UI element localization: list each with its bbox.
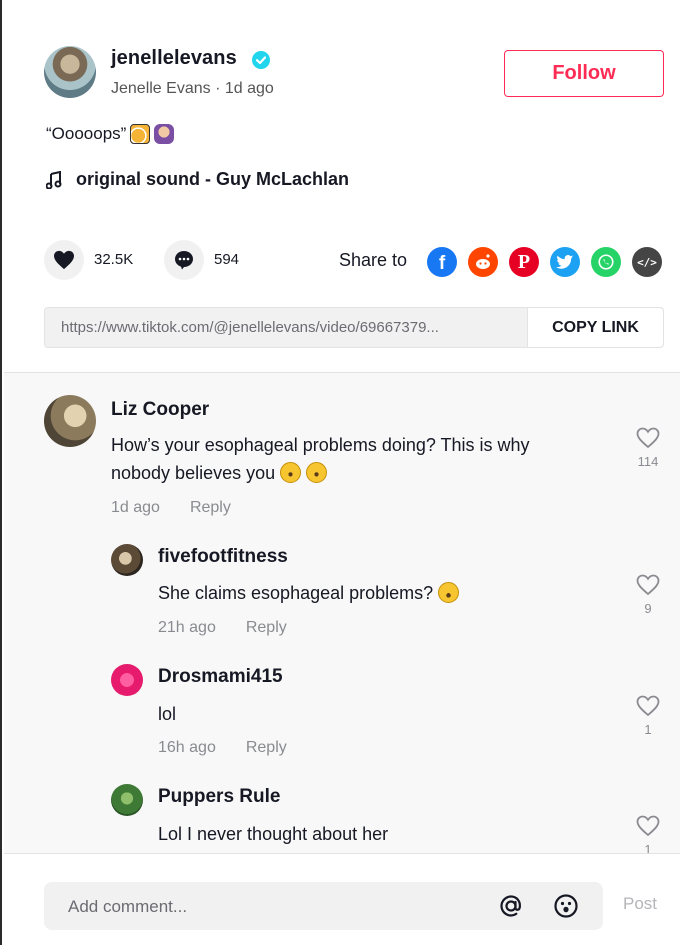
woman-shrugging-emoji-icon	[154, 124, 175, 144]
heart-outline-icon	[636, 695, 660, 717]
comment-text-line: Lol I never thought about her	[158, 824, 389, 844]
pinterest-glyph: P	[517, 250, 531, 273]
facebook-glyph: f	[438, 252, 446, 274]
comment-text: How’s your esophageal problems doing? Th…	[111, 431, 530, 487]
comment-text-line: She claims esophageal problems?	[158, 583, 434, 603]
share-link-box: https://www.tiktok.com/@jenellelevans/vi…	[44, 307, 664, 348]
comment-author[interactable]: Liz Cooper	[111, 399, 209, 421]
heart-icon	[54, 250, 74, 270]
comment-avatar[interactable]	[111, 544, 143, 576]
like-button[interactable]	[44, 240, 84, 280]
comment-time: 1d ago	[111, 499, 160, 516]
whatsapp-share-icon[interactable]	[591, 247, 621, 277]
share-label: Share to	[339, 250, 408, 270]
comment-text: lol	[158, 700, 176, 728]
laughing-tears-emoji-icon	[280, 462, 302, 483]
pinterest-share-icon[interactable]: P	[509, 247, 539, 277]
heart-outline-icon	[636, 427, 660, 449]
comment-text-line: lol	[158, 704, 177, 724]
reddit-alien-icon	[476, 254, 490, 269]
like-count: 32.5K	[94, 251, 134, 268]
comment-author[interactable]: fivefootfitness	[158, 546, 288, 568]
twitter-share-icon[interactable]	[550, 247, 580, 277]
comment-like-count: 9	[644, 601, 652, 616]
comment-text-line: How’s your esophageal problems doing? Th…	[111, 435, 530, 455]
twitter-bird-icon	[556, 254, 574, 269]
subline-separator: ·	[210, 80, 225, 97]
laughing-tears-emoji-icon	[306, 462, 328, 483]
reply-button[interactable]: Reply	[246, 619, 287, 637]
post-caption: “Ooooops”	[46, 124, 175, 144]
comment-like-button[interactable]: 9	[633, 574, 663, 616]
comment-meta: 1d ago Reply	[111, 499, 231, 517]
comment-avatar[interactable]	[44, 395, 96, 447]
reddit-share-icon[interactable]	[468, 247, 498, 277]
comment-text-line: nobody believes you	[111, 463, 276, 483]
beer-emoji-icon	[130, 124, 151, 144]
comment-button[interactable]	[164, 240, 204, 280]
author-username[interactable]: jenellelevans	[111, 47, 237, 70]
comment-like-count: 114	[637, 454, 659, 469]
reply-button[interactable]: Reply	[246, 739, 287, 757]
comment-like-button[interactable]: 1	[633, 815, 663, 854]
tiktok-comment-panel: jenellelevans Jenelle Evans · 1d ago Fol…	[0, 0, 680, 945]
embed-code-icon[interactable]: </>	[632, 247, 662, 277]
reply-button[interactable]: Reply	[190, 499, 231, 517]
comment-meta: 16h ago Reply	[158, 739, 287, 757]
comment-like-count: 1	[644, 722, 652, 737]
embed-glyph: </>	[637, 255, 657, 269]
comment-author[interactable]: Drosmami415	[158, 666, 283, 688]
comment-time: 16h ago	[158, 739, 216, 756]
follow-button[interactable]: Follow	[504, 50, 664, 97]
author-subline: Jenelle Evans · 1d ago	[111, 80, 274, 98]
grinning-sweat-emoji-icon	[438, 582, 460, 603]
verified-badge-icon	[252, 51, 270, 69]
comments-list[interactable]: Liz Cooper How’s your esophageal problem…	[4, 372, 680, 854]
emoji-smiley-icon[interactable]	[552, 892, 580, 920]
comment-avatar[interactable]	[111, 784, 143, 816]
comment-time: 21h ago	[158, 619, 216, 636]
comment-placeholder: Add comment...	[68, 897, 188, 916]
caption-text: “Ooooops”	[46, 124, 127, 143]
comment-like-button[interactable]: 114	[633, 427, 663, 469]
comment-text: Lol I never thought about her	[158, 820, 388, 848]
comment-input[interactable]: Add comment...	[44, 882, 603, 930]
whatsapp-phone-icon	[598, 254, 614, 270]
comment-bubble-icon	[175, 251, 193, 270]
comment-count: 594	[214, 251, 240, 268]
heart-outline-icon	[636, 574, 660, 596]
author-display-name: Jenelle Evans	[111, 80, 211, 97]
comment-like-button[interactable]: 1	[633, 695, 663, 737]
sound-label: original sound - Guy McLachlan	[76, 169, 350, 189]
comment-author[interactable]: Puppers Rule	[158, 786, 280, 808]
comment-text: She claims esophageal problems?	[158, 579, 460, 607]
comment-avatar[interactable]	[111, 664, 143, 696]
music-note-icon	[46, 170, 62, 189]
post-time: 1d ago	[224, 80, 274, 97]
post-button[interactable]: Post	[623, 894, 657, 914]
comment-meta: 21h ago Reply	[158, 619, 287, 637]
facebook-share-icon[interactable]: f	[427, 247, 457, 277]
mention-at-icon[interactable]	[497, 892, 525, 920]
author-avatar[interactable]	[44, 46, 96, 98]
comment-like-count: 1	[644, 842, 652, 854]
share-link-url[interactable]: https://www.tiktok.com/@jenellelevans/vi…	[45, 308, 527, 347]
sound-link[interactable]: original sound - Guy McLachlan	[46, 169, 349, 190]
copy-link-button[interactable]: COPY LINK	[527, 308, 663, 347]
heart-outline-icon	[636, 815, 660, 837]
